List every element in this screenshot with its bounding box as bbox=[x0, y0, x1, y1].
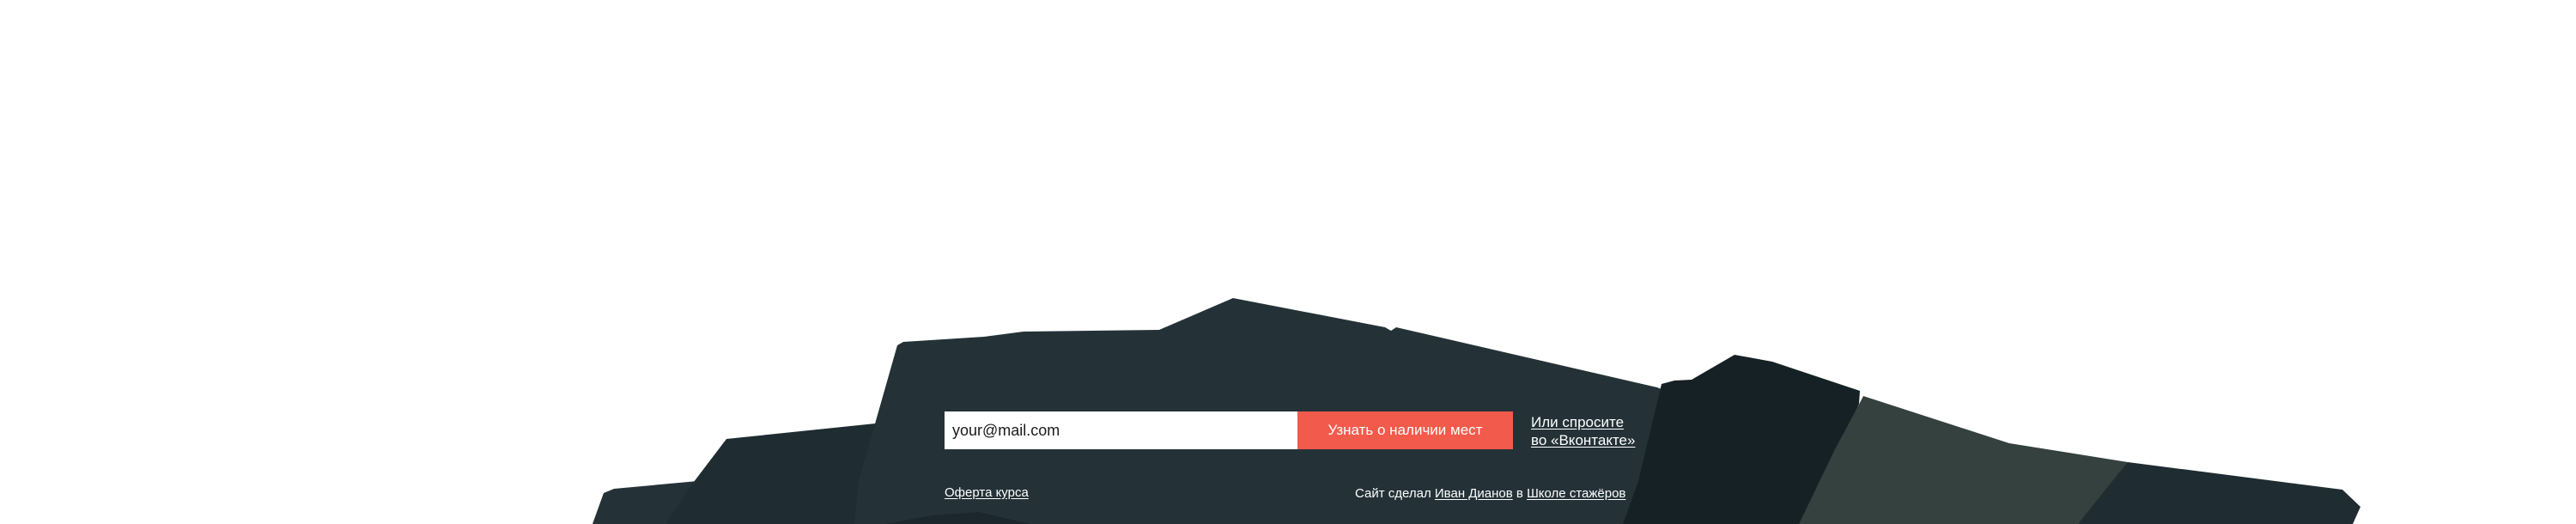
site-credits: Сайт сделал Иван Дианов в Школе стажёров bbox=[1355, 486, 1625, 502]
right-ridge bbox=[2078, 462, 2360, 524]
vk-link-line-1: Или спросите bbox=[1531, 414, 1625, 430]
author-link[interactable]: Иван Дианов bbox=[1435, 486, 1513, 501]
credits-middle: в bbox=[1516, 486, 1523, 501]
ask-vkontakte-link[interactable]: Или спросите во «Вконтакте» bbox=[1531, 413, 1638, 449]
vk-link-line-2: во «Вконтакте» bbox=[1531, 432, 1636, 448]
school-link[interactable]: Школе стажёров bbox=[1527, 486, 1625, 501]
check-availability-button[interactable]: Узнать о наличии мест bbox=[1297, 411, 1513, 449]
credits-prefix: Сайт сделал bbox=[1355, 486, 1431, 501]
signup-form: Узнать о наличии мест bbox=[945, 411, 1513, 449]
page-footer: Узнать о наличии мест Или спросите во «В… bbox=[0, 0, 2576, 524]
email-input[interactable] bbox=[945, 411, 1297, 449]
course-offer-link[interactable]: Оферта курса bbox=[945, 485, 1029, 501]
